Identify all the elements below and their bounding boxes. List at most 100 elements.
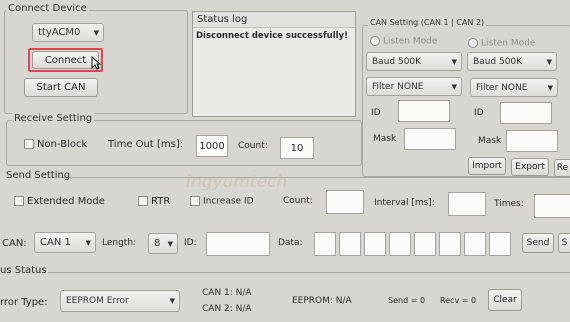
connect-button-label: Connect (44, 54, 87, 66)
status-log-title: Status log (193, 12, 355, 28)
extended-mode-label: Extended Mode (27, 196, 105, 207)
count-input[interactable]: 10 (280, 137, 314, 159)
send-label: Send (526, 238, 550, 248)
checkbox-icon (190, 196, 200, 206)
clear-label: Clear (493, 295, 517, 305)
clear-button[interactable]: Clear (488, 289, 522, 311)
interval-input[interactable] (448, 192, 486, 216)
rtr-checkbox[interactable]: RTR (138, 196, 170, 207)
recv-count-status: Recv = 0 (440, 296, 477, 305)
chevron-down-icon: ▼ (167, 239, 173, 248)
send-id-label: ID: (184, 238, 197, 248)
s-label: S (561, 238, 568, 248)
import-label: Import (472, 161, 502, 171)
can2-status: CAN 2: N/A (202, 304, 252, 314)
filter-select-can1-value: Filter NONE (372, 81, 424, 92)
length-label: Length: (102, 238, 137, 248)
filter-select-can2[interactable]: Filter NONE ▼ (470, 78, 558, 97)
export-label: Export (515, 162, 545, 172)
filter-select-can1[interactable]: Filter NONE ▼ (366, 77, 462, 96)
checkbox-icon (24, 139, 34, 149)
listen-mode-2[interactable]: Listen Mode (468, 38, 535, 49)
times-input[interactable] (534, 194, 570, 218)
timeout-input[interactable]: 1000 (196, 135, 228, 157)
rtr-label: RTR (151, 196, 171, 207)
send-count-input[interactable] (326, 190, 364, 214)
extended-mode-checkbox[interactable]: Extended Mode (14, 196, 105, 207)
listen-mode-1[interactable]: Listen Mode (370, 36, 437, 47)
bus-status-separator (48, 272, 570, 273)
mask-input-can2[interactable] (506, 130, 558, 152)
re-label: Re (556, 163, 569, 173)
status-log-panel: Status log Disconnect device successfull… (192, 11, 356, 117)
radio-icon (370, 36, 380, 46)
baud-select-can2-value: Baud 500K (473, 56, 523, 67)
data-byte-2[interactable] (339, 232, 361, 256)
times-label: Times: (494, 199, 524, 209)
listen-mode-1-label: Listen Mode (383, 36, 438, 47)
import-button[interactable]: Import (468, 157, 506, 175)
chevron-down-icon: ▼ (451, 57, 457, 66)
baud-select-can2[interactable]: Baud 500K ▼ (467, 52, 557, 71)
data-label: Data: (278, 238, 303, 248)
checkbox-icon (138, 196, 148, 206)
data-byte-8[interactable] (489, 232, 511, 256)
non-block-checkbox[interactable]: Non-Block (24, 139, 87, 150)
data-byte-5[interactable] (414, 232, 436, 256)
listen-mode-2-label: Listen Mode (481, 38, 536, 49)
start-can-button[interactable]: Start CAN (24, 78, 98, 97)
increase-id-checkbox[interactable]: Increase ID (190, 196, 254, 207)
s-button[interactable]: S (558, 233, 570, 253)
chevron-down-icon: ▼ (547, 83, 553, 92)
id-input-can1[interactable] (398, 100, 450, 122)
data-byte-1[interactable] (314, 232, 336, 256)
timeout-label: Time Out [ms]: (108, 139, 184, 150)
can-select[interactable]: CAN 1 ▼ (34, 232, 96, 253)
send-count-label: Count: (283, 196, 313, 206)
error-type-select[interactable]: EEPROM Error ▼ (60, 290, 180, 312)
interval-label: Interval [ms]: (374, 198, 435, 208)
chevron-down-icon: ▼ (93, 28, 99, 37)
baud-select-can1-value: Baud 500K (372, 56, 422, 67)
can-setting-group (362, 25, 570, 177)
connect-button[interactable]: Connect (32, 51, 99, 69)
can-select-label: CAN: (2, 238, 27, 249)
receive-setting-title: Receive Setting (12, 113, 95, 124)
data-byte-7[interactable] (464, 232, 486, 256)
can-setting-title: CAN Setting (CAN 1 | CAN 2) (368, 18, 487, 27)
send-setting-separator (60, 177, 570, 178)
send-id-input[interactable] (206, 232, 270, 256)
mask-label-can1: Mask (373, 134, 397, 144)
chevron-down-icon: ▼ (85, 238, 91, 247)
can-select-value: CAN 1 (40, 237, 71, 248)
status-log-message: Disconnect device successfully! (196, 31, 348, 41)
mouse-cursor-icon (91, 55, 102, 73)
id-input-can2[interactable] (500, 102, 552, 124)
chevron-down-icon: ▼ (451, 82, 457, 91)
chevron-down-icon: ▼ (546, 57, 552, 66)
checkbox-icon (14, 196, 24, 206)
chevron-down-icon: ▼ (169, 297, 175, 305)
port-select[interactable]: ttyACM0 ▼ (32, 23, 104, 42)
length-select[interactable]: 8 ▼ (148, 233, 178, 254)
baud-select-can1[interactable]: Baud 500K ▼ (366, 52, 462, 71)
can1-status: CAN 1: N/A (202, 288, 252, 298)
send-button[interactable]: Send (522, 233, 554, 253)
increase-id-label: Increase ID (203, 196, 254, 207)
re-button[interactable]: Re (554, 159, 570, 177)
watermark: Ingyumtech (186, 172, 288, 192)
send-count-status: Send = 0 (388, 296, 426, 305)
non-block-label: Non-Block (37, 139, 88, 150)
data-byte-6[interactable] (439, 232, 461, 256)
start-can-label: Start CAN (36, 82, 86, 93)
count-value: 10 (290, 142, 304, 154)
export-button[interactable]: Export (511, 158, 549, 176)
filter-select-can2-value: Filter NONE (476, 82, 528, 93)
port-select-value: ttyACM0 (38, 27, 81, 38)
mask-input-can1[interactable] (404, 128, 456, 150)
data-byte-4[interactable] (389, 232, 411, 256)
eeprom-status: EEPROM: N/A (292, 296, 352, 306)
mask-label-can2: Mask (478, 136, 502, 146)
connect-device-title: Connect Device (6, 3, 89, 14)
data-byte-3[interactable] (364, 232, 386, 256)
